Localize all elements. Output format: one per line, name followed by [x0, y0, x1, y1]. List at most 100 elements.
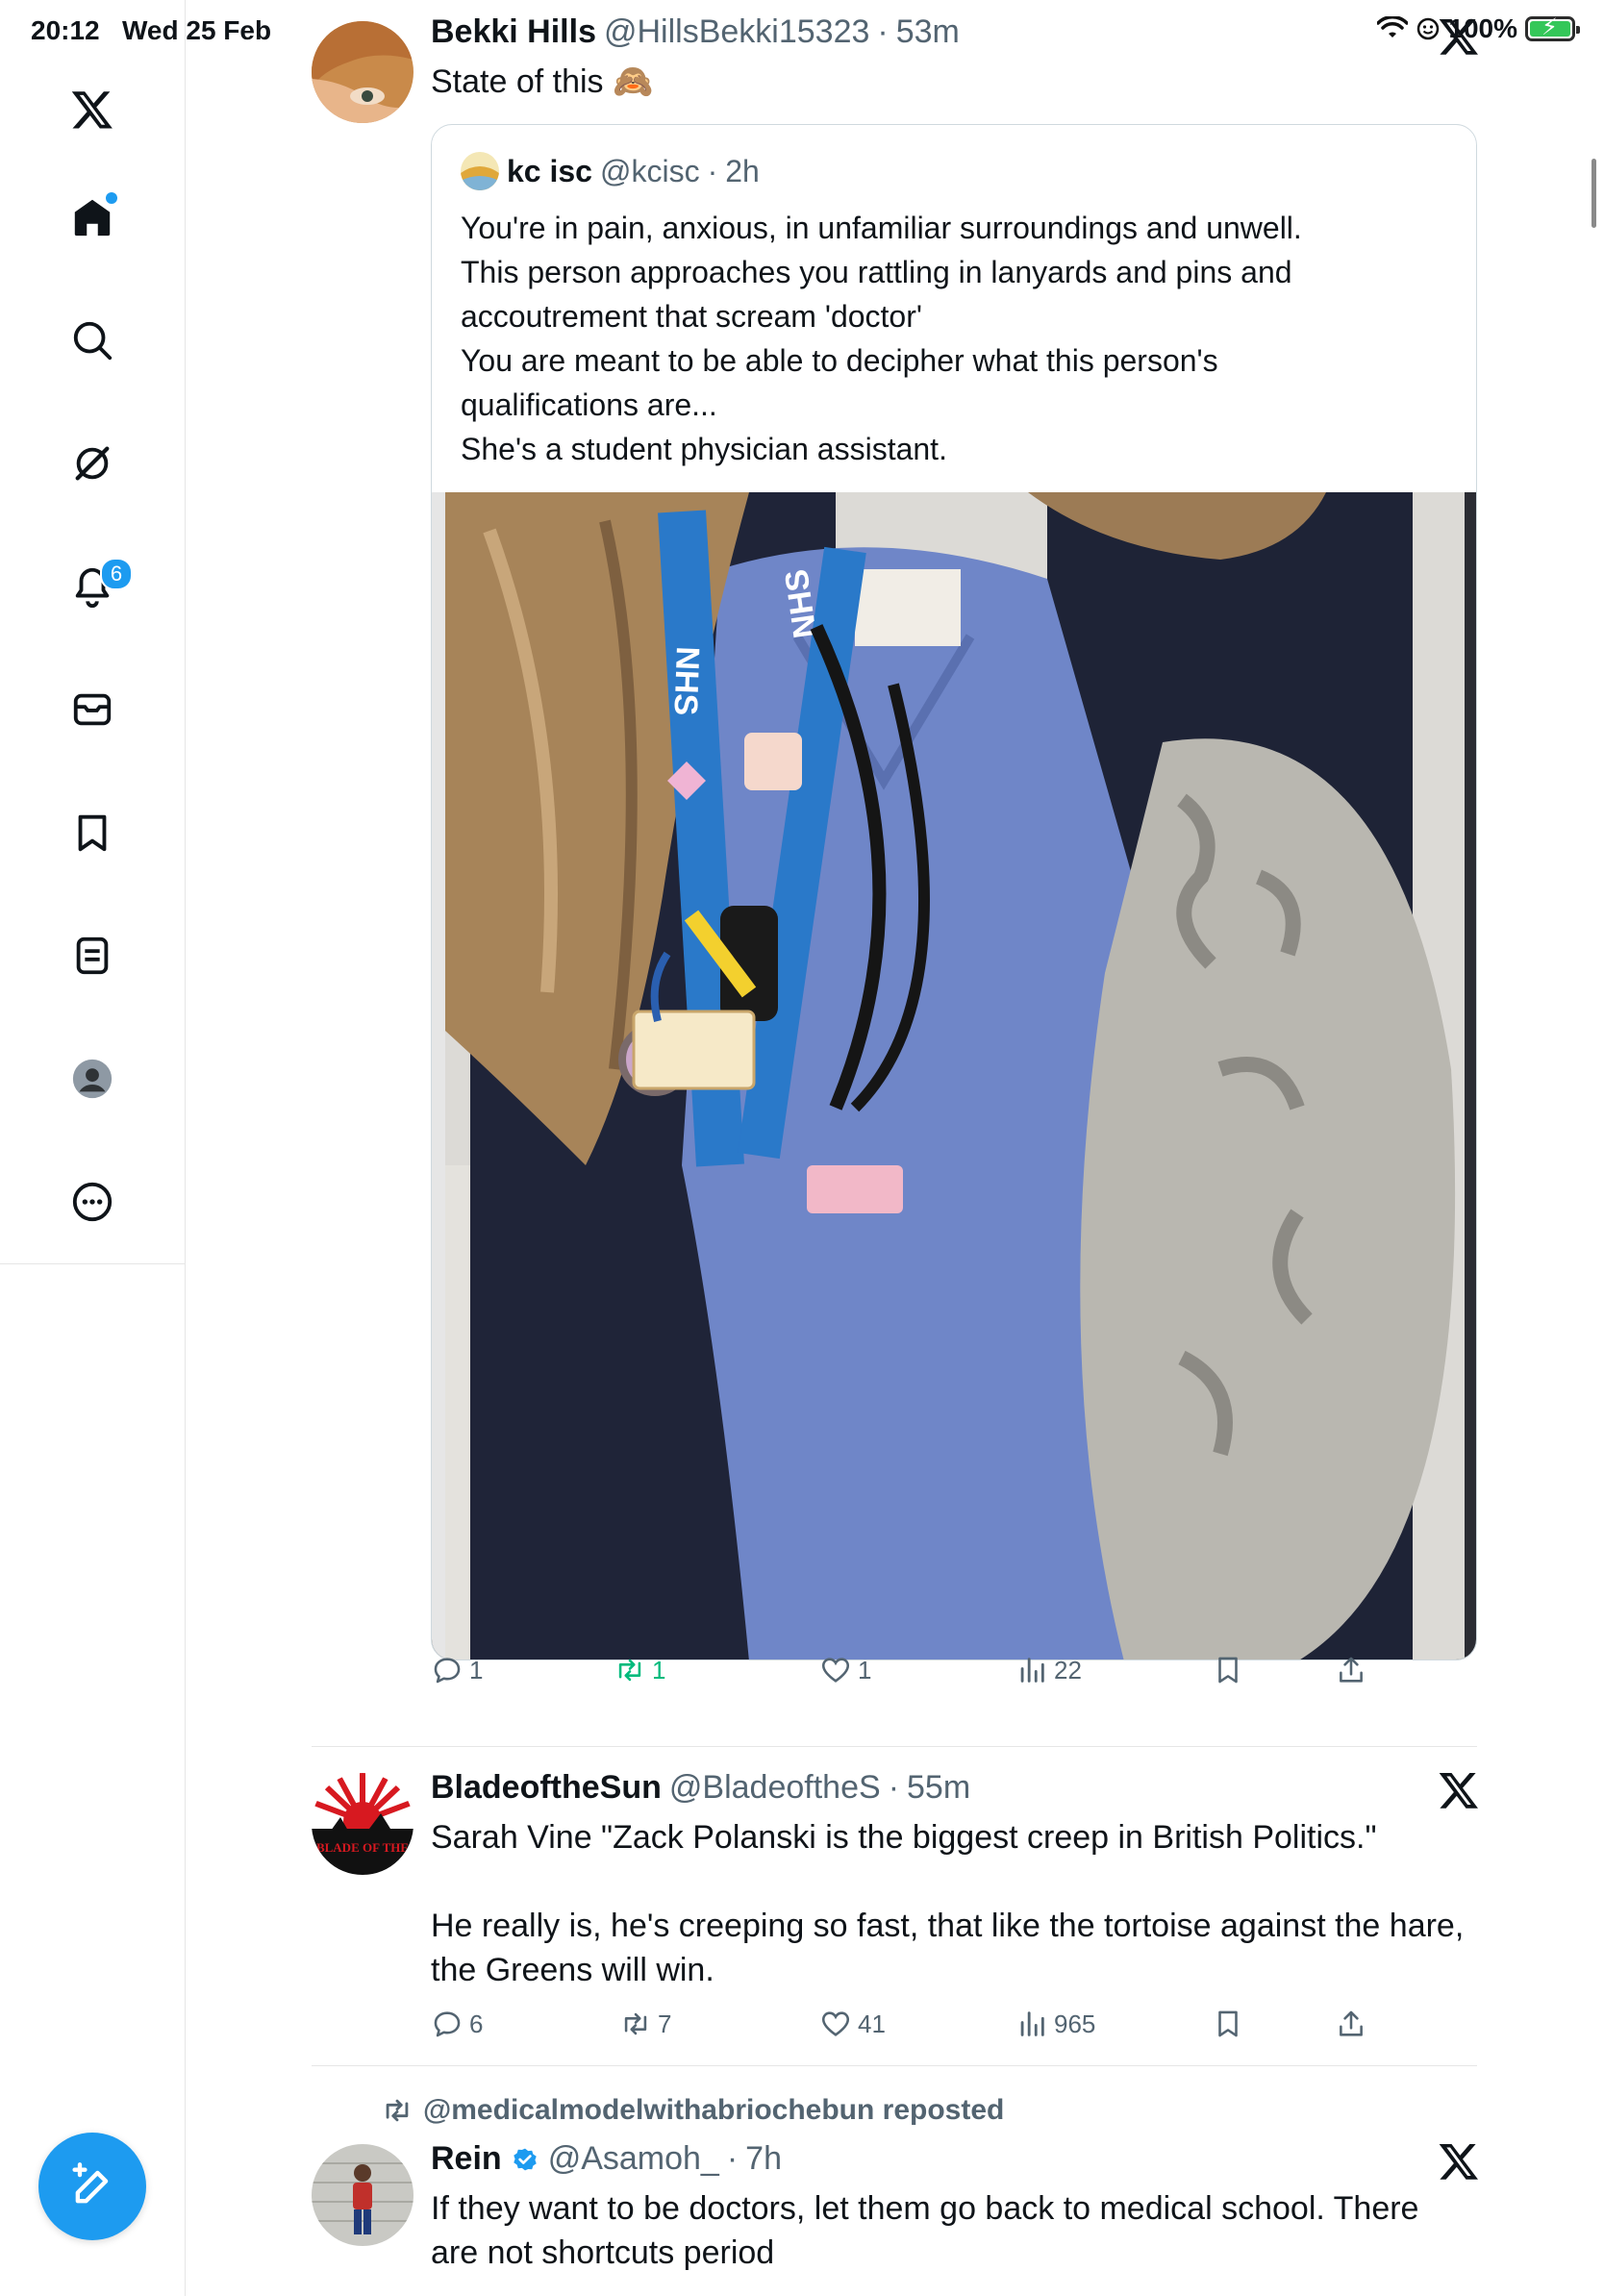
share-icon: [1340, 2010, 1363, 2036]
avatar[interactable]: BLADE OF THE: [312, 1773, 414, 1875]
heart-icon: [821, 2011, 850, 2036]
search-icon[interactable]: [63, 312, 121, 369]
tweet-text: State of this 🙈: [431, 63, 654, 100]
home-unread-dot: [106, 192, 117, 204]
quote-text: You're in pain, anxious, in unfamiliar s…: [461, 206, 1441, 471]
quoted-tweet-photo[interactable]: NHS NHS: [432, 492, 1477, 1660]
views-icon: [1020, 2011, 1044, 2036]
author-handle[interactable]: @BladeoftheS: [669, 1769, 881, 1807]
author-name[interactable]: BladeoftheSun: [431, 1769, 662, 1807]
avatar-text: BLADE OF THE: [316, 1840, 409, 1855]
quote-line: You're in pain, anxious, in unfamiliar s…: [461, 211, 1302, 245]
tweet-time[interactable]: 55m: [907, 1769, 970, 1807]
views-count: 22: [1054, 1655, 1082, 1685]
repost-button[interactable]: 7: [619, 2008, 671, 2040]
separator-dot: ·: [707, 153, 718, 188]
bookmark-icon[interactable]: [63, 804, 121, 861]
quote-author-name: kc isc: [507, 153, 592, 188]
quote-line: She's a student physician assistant.: [461, 432, 947, 466]
reply-count: 1: [469, 1655, 484, 1685]
x-logo-icon[interactable]: [1438, 15, 1480, 58]
tweet-line: Sarah Vine "Zack Polanski is the biggest…: [431, 1819, 1377, 1856]
tweet-line: are not shortcuts period: [431, 2234, 775, 2271]
notifications-badge: 6: [100, 558, 133, 590]
share-button[interactable]: [1335, 2008, 1367, 2040]
tweet-header: Rein @Asamoh_ · 7h: [431, 2140, 782, 2178]
x-logo-icon[interactable]: [1438, 2140, 1480, 2183]
author-name[interactable]: Rein: [431, 2140, 502, 2178]
reply-button[interactable]: 6: [431, 2008, 483, 2040]
scrollbar[interactable]: [1591, 159, 1596, 228]
author-name[interactable]: Bekki Hills: [431, 13, 596, 51]
tweet-header: BladeoftheSun @BladeoftheS · 55m: [431, 1769, 970, 1807]
reply-button[interactable]: 1: [431, 1654, 483, 1686]
repost-count: 7: [658, 2009, 672, 2038]
list-icon[interactable]: [63, 927, 121, 985]
verified-badge-icon: [513, 2148, 537, 2170]
quote-line: You are meant to be able to decipher wha…: [461, 343, 1218, 378]
quote-header: kc isc @kcisc · 2h: [461, 152, 760, 190]
bell-icon[interactable]: 6: [63, 558, 133, 615]
tweet-line: the Greens will win.: [431, 1952, 714, 1988]
tweet-line: He really is, he's creeping so fast, tha…: [431, 1908, 1465, 1944]
tweet-divider: [312, 1746, 1477, 1747]
tweet-text: Sarah Vine "Zack Polanski is the biggest…: [431, 1815, 1464, 1992]
profile-icon[interactable]: [63, 1050, 121, 1108]
like-button[interactable]: 41: [819, 2008, 886, 2040]
like-count: 1: [858, 1655, 872, 1685]
quote-line: This person approaches you rattling in l…: [461, 255, 1292, 289]
views-count: 965: [1054, 2009, 1096, 2038]
repost-icon: [624, 2012, 647, 2035]
tweet-text: If they want to be doctors, let them go …: [431, 2186, 1418, 2275]
battery-charging-icon: ⚡: [1525, 14, 1580, 41]
reply-icon: [434, 2011, 461, 2037]
quoted-tweet[interactable]: kc isc @kcisc · 2h You're in pain, anxio…: [431, 124, 1477, 1660]
separator-dot: ·: [888, 1769, 900, 1806]
separator-dot: ·: [726, 2140, 739, 2177]
tweet-actions: 1 1 1 22: [431, 1654, 1392, 1692]
tweet-divider: [312, 2065, 1477, 2066]
mail-icon[interactable]: [63, 681, 121, 738]
tweet-line: If they want to be doctors, let them go …: [431, 2190, 1419, 2227]
avatar[interactable]: [312, 2144, 414, 2246]
author-handle[interactable]: @Asamoh_: [548, 2140, 719, 2178]
share-button[interactable]: [1335, 1654, 1367, 1686]
tweet-time[interactable]: 53m: [896, 13, 960, 51]
quote-time: 2h: [725, 153, 760, 188]
views-button[interactable]: 22: [1015, 1654, 1082, 1686]
avatar: [461, 152, 499, 190]
compose-button[interactable]: [38, 2133, 146, 2240]
tweet-time[interactable]: 7h: [745, 2140, 782, 2178]
bookmark-button[interactable]: [1212, 1654, 1244, 1686]
reply-count: 6: [469, 2009, 484, 2038]
repost-context[interactable]: @medicalmodelwithabriochebun reposted: [381, 2094, 1004, 2127]
share-icon: [1340, 1657, 1363, 1683]
views-icon: [1020, 1658, 1044, 1683]
repost-button[interactable]: 1: [614, 1654, 665, 1686]
more-icon[interactable]: [63, 1173, 121, 1231]
like-count: 41: [858, 2009, 886, 2038]
separator-dot: ·: [877, 13, 889, 50]
author-handle[interactable]: @HillsBekki15323: [604, 13, 869, 51]
sidebar-divider: [0, 1263, 185, 1264]
x-logo-icon[interactable]: [1438, 1769, 1480, 1811]
x-logo-icon[interactable]: [63, 81, 121, 138]
views-button[interactable]: 965: [1015, 2008, 1095, 2040]
reply-icon: [434, 1658, 461, 1684]
bookmark-button[interactable]: [1212, 2008, 1244, 2040]
compose-icon: [72, 2162, 109, 2204]
quote-author-handle: @kcisc: [599, 153, 700, 188]
tweet-actions: 6 7 41 965: [431, 2008, 1392, 2046]
repost-icon: [618, 1659, 641, 1682]
quote-line: accoutrement that scream 'doctor': [461, 299, 922, 334]
home-icon[interactable]: [63, 188, 121, 246]
grok-icon[interactable]: [63, 435, 121, 492]
tweet-line: [431, 1859, 1464, 1904]
bookmark-icon: [1218, 2010, 1238, 2037]
repost-icon: [386, 2099, 409, 2122]
like-button[interactable]: 1: [819, 1654, 871, 1686]
heart-icon: [821, 1658, 850, 1683]
lanyard-text: NHS: [666, 646, 705, 716]
avatar[interactable]: [312, 21, 414, 123]
sidebar: 6: [0, 0, 186, 2296]
